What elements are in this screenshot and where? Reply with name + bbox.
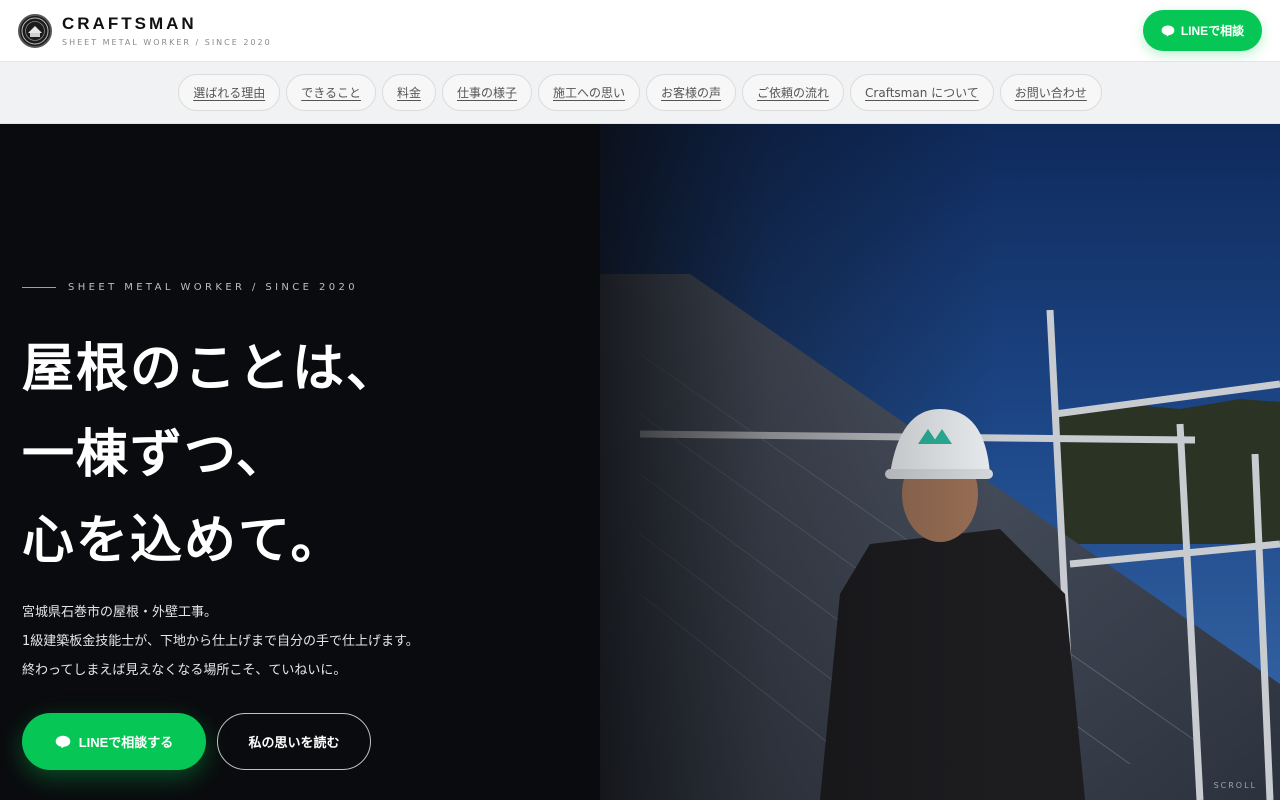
- nav-item-contact[interactable]: お問い合わせ: [999, 74, 1102, 111]
- lead-line-1: 宮城県石巻市の屋根・外壁工事。: [22, 605, 218, 620]
- headline-line-1: 屋根のことは、: [22, 338, 401, 399]
- site-header: CRAFTSMAN SHEET METAL WORKER / SINCE 202…: [0, 0, 1280, 62]
- nav-item-about[interactable]: Craftsman について: [850, 74, 994, 111]
- nav-item-services[interactable]: できること: [286, 74, 376, 111]
- brand-name: CRAFTSMAN: [62, 14, 197, 33]
- lead-line-3: 終わってしまえば見えなくなる場所こそ、ていねいに。: [22, 663, 347, 678]
- hero-lead: 宮城県石巻市の屋根・外壁工事。 1級建築板金技能士が、下地から仕上げまで自分の手…: [22, 598, 419, 685]
- hero-headline: 屋根のことは、 一棟ずつ、 心を込めて。: [22, 326, 400, 584]
- line-consult-cta-label: LINEで相談する: [78, 735, 174, 750]
- headline-line-3: 心を込めて。: [22, 510, 345, 571]
- brand[interactable]: CRAFTSMAN SHEET METAL WORKER / SINCE 202…: [18, 13, 272, 48]
- hero-section: SHEET METAL WORKER / SINCE 2020 屋根のことは、 …: [0, 124, 1280, 800]
- nav-item-flow[interactable]: ご依頼の流れ: [742, 74, 845, 111]
- chat-bubble-icon: [55, 735, 71, 748]
- nav-item-testimonials[interactable]: お客様の声: [646, 74, 737, 111]
- eyebrow-rule: [22, 287, 56, 288]
- line-consult-button[interactable]: LINEで相談: [1143, 10, 1262, 51]
- eyebrow-text: SHEET METAL WORKER / SINCE 2020: [68, 282, 359, 293]
- lead-line-2: 1級建築板金技能士が、下地から仕上げまで自分の手で仕上げます。: [22, 634, 419, 649]
- nav-item-pricing[interactable]: 料金: [381, 74, 436, 111]
- section-nav: 選ばれる理由 できること 料金 仕事の様子 施工への思い お客様の声 ご依頼の流…: [0, 62, 1280, 124]
- brand-text: CRAFTSMAN SHEET METAL WORKER / SINCE 202…: [62, 14, 272, 47]
- nav-item-philosophy[interactable]: 施工への思い: [538, 74, 641, 111]
- hero-eyebrow: SHEET METAL WORKER / SINCE 2020: [22, 282, 358, 293]
- logo-emblem-icon: [21, 17, 49, 44]
- nav-item-work[interactable]: 仕事の様子: [441, 74, 532, 111]
- craftsman-logo[interactable]: [18, 13, 52, 48]
- brand-tagline: SHEET METAL WORKER / SINCE 2020: [62, 38, 272, 47]
- hero-cta-row: LINEで相談する 私の思いを読む: [22, 713, 371, 770]
- chat-bubble-icon: [1161, 25, 1175, 37]
- line-consult-label: LINEで相談: [1180, 24, 1245, 38]
- line-consult-cta-button[interactable]: LINEで相談する: [22, 713, 206, 770]
- read-story-button[interactable]: 私の思いを読む: [217, 713, 371, 770]
- headline-line-2: 一棟ずつ、: [22, 424, 290, 485]
- scroll-indicator[interactable]: SCROLL: [1214, 781, 1257, 790]
- nav-item-reasons[interactable]: 選ばれる理由: [178, 74, 281, 111]
